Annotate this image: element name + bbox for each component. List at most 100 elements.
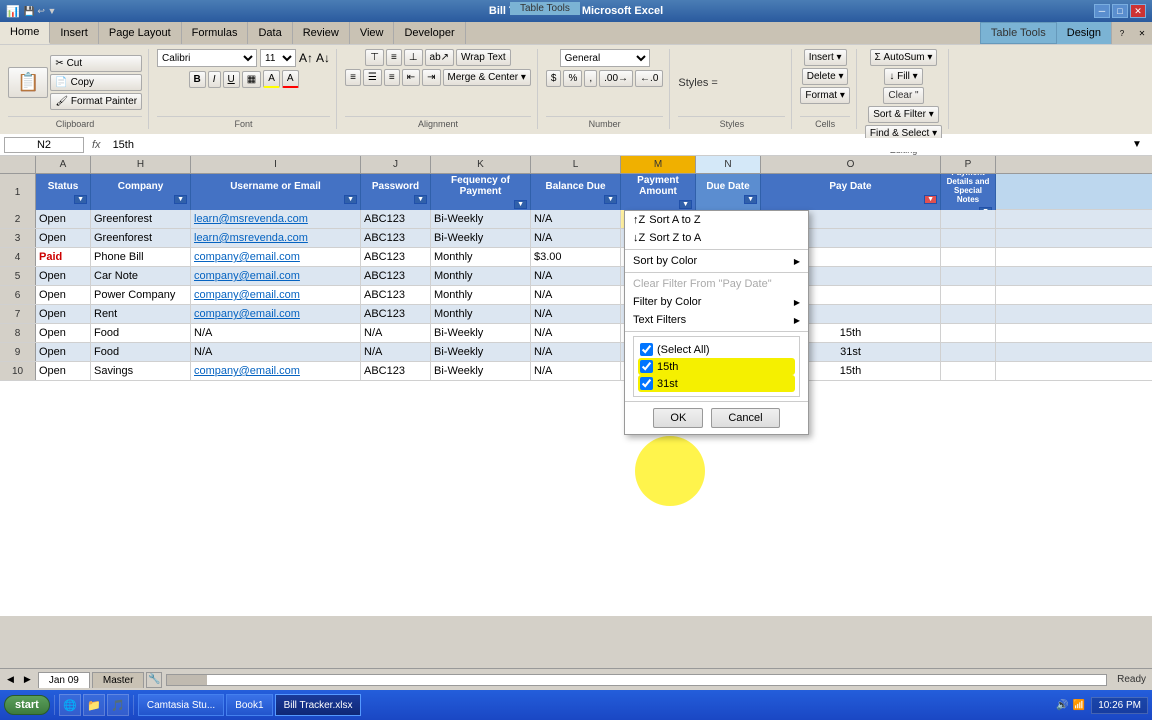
filter-balance[interactable]: ▼ — [604, 195, 617, 204]
cell-h7[interactable]: Rent — [91, 305, 191, 323]
cell-j4[interactable]: ABC123 — [361, 248, 431, 266]
cell-i3[interactable]: learn@msrevenda.com — [191, 229, 361, 247]
cell-p7[interactable] — [941, 305, 996, 323]
tab-developer[interactable]: Developer — [394, 22, 465, 44]
cell-i7[interactable]: company@email.com — [191, 305, 361, 323]
cell-i8[interactable]: N/A — [191, 324, 361, 342]
col-header-n[interactable]: N — [696, 156, 761, 173]
cell-a5[interactable]: Open — [36, 267, 91, 285]
filter-checkbox-31st[interactable] — [640, 377, 653, 390]
cell-l10[interactable]: N/A — [531, 362, 621, 380]
cell-k9[interactable]: Bi-Weekly — [431, 343, 531, 361]
col-header-j[interactable]: J — [361, 156, 431, 173]
filter-item-select-all[interactable]: (Select All) — [638, 341, 795, 358]
cell-k5[interactable]: Monthly — [431, 267, 531, 285]
horizontal-scrollbar[interactable] — [166, 674, 1107, 686]
media-icon[interactable]: 🎵 — [107, 694, 129, 716]
comma-button[interactable]: , — [584, 70, 597, 87]
sort-descending-button[interactable]: ↓Z Sort Z to A — [625, 229, 808, 247]
ribbon-collapse[interactable]: ? — [1112, 22, 1132, 44]
next-sheet-button[interactable]: ▶ — [21, 673, 34, 686]
sheet-options-icon[interactable]: 🔧 — [146, 672, 162, 688]
filter-amount[interactable]: ▼ — [679, 200, 692, 209]
tab-insert[interactable]: Insert — [50, 22, 99, 44]
sort-ascending-button[interactable]: ↑Z Sort A to Z — [625, 211, 808, 229]
cell-l7[interactable]: N/A — [531, 305, 621, 323]
sheet-tab-jan09[interactable]: Jan 09 — [38, 672, 90, 688]
sort-filter-button[interactable]: Sort & Filter ▾ — [868, 106, 939, 123]
cell-a6[interactable]: Open — [36, 286, 91, 304]
decrease-decimal-button[interactable]: .00→ — [599, 70, 633, 87]
taskbar-book1[interactable]: Book1 — [226, 694, 272, 716]
text-filters-button[interactable]: Text Filters — [625, 311, 808, 329]
cell-l9[interactable]: N/A — [531, 343, 621, 361]
border-button[interactable]: ▦ — [242, 71, 261, 88]
format-painter-button[interactable]: 🖌 Format Painter — [50, 93, 142, 110]
number-format-select[interactable]: General — [560, 49, 650, 67]
filter-ok-button[interactable]: OK — [653, 408, 703, 428]
cell-i4[interactable]: company@email.com — [191, 248, 361, 266]
italic-button[interactable]: I — [208, 71, 221, 88]
cell-k3[interactable]: Bi-Weekly — [431, 229, 531, 247]
cell-l8[interactable]: N/A — [531, 324, 621, 342]
underline-button[interactable]: U — [223, 71, 240, 88]
cell-a2[interactable]: Open — [36, 210, 91, 228]
sort-by-color-button[interactable]: Sort by Color — [625, 252, 808, 270]
cell-k2[interactable]: Bi-Weekly — [431, 210, 531, 228]
ribbon-close[interactable]: ✕ — [1132, 22, 1152, 44]
cell-p8[interactable] — [941, 324, 996, 342]
cell-l6[interactable]: N/A — [531, 286, 621, 304]
col-header-o[interactable]: O — [761, 156, 941, 173]
cell-i6[interactable]: company@email.com — [191, 286, 361, 304]
cell-k8[interactable]: Bi-Weekly — [431, 324, 531, 342]
format-cells-button[interactable]: Format ▾ — [800, 87, 849, 104]
cell-a3[interactable]: Open — [36, 229, 91, 247]
cell-k7[interactable]: Monthly — [431, 305, 531, 323]
cell-j7[interactable]: ABC123 — [361, 305, 431, 323]
bold-button[interactable]: B — [189, 71, 206, 88]
cell-p10[interactable] — [941, 362, 996, 380]
formula-input[interactable] — [109, 138, 1132, 152]
wrap-text-button[interactable]: Wrap Text — [456, 49, 511, 66]
tab-home[interactable]: Home — [0, 22, 50, 44]
cell-h4[interactable]: Phone Bill — [91, 248, 191, 266]
start-button[interactable]: start — [4, 695, 50, 715]
cell-k10[interactable]: Bi-Weekly — [431, 362, 531, 380]
delete-cells-button[interactable]: Delete ▾ — [802, 68, 849, 85]
col-header-i[interactable]: I — [191, 156, 361, 173]
cell-a7[interactable]: Open — [36, 305, 91, 323]
cell-h2[interactable]: Greenforest — [91, 210, 191, 228]
cell-a8[interactable]: Open — [36, 324, 91, 342]
cell-h9[interactable]: Food — [91, 343, 191, 361]
autosum-button[interactable]: Σ AutoSum ▾ — [870, 49, 938, 66]
taskbar-camtasia[interactable]: Camtasia Stu... — [138, 694, 224, 716]
col-header-m[interactable]: M — [621, 156, 696, 173]
currency-button[interactable]: $ — [546, 70, 562, 87]
percent-button[interactable]: % — [563, 70, 582, 87]
align-bottom-button[interactable]: ⊥ — [404, 49, 423, 66]
sheet-tab-master[interactable]: Master — [92, 672, 145, 688]
cell-j2[interactable]: ABC123 — [361, 210, 431, 228]
name-box[interactable] — [4, 137, 84, 153]
col-header-a[interactable]: A — [36, 156, 91, 173]
cell-i9[interactable]: N/A — [191, 343, 361, 361]
filter-by-color-button[interactable]: Filter by Color — [625, 293, 808, 311]
copy-button[interactable]: 📄 Copy — [50, 74, 142, 91]
cell-h10[interactable]: Savings — [91, 362, 191, 380]
align-middle-button[interactable]: ≡ — [386, 49, 402, 66]
align-top-button[interactable]: ⊤ — [365, 49, 384, 66]
maximize-button[interactable]: □ — [1112, 4, 1128, 18]
fill-color-button[interactable]: A — [263, 70, 280, 88]
cell-h3[interactable]: Greenforest — [91, 229, 191, 247]
tab-review[interactable]: Review — [293, 22, 350, 44]
tab-formulas[interactable]: Formulas — [182, 22, 249, 44]
close-button[interactable]: ✕ — [1130, 4, 1146, 18]
filter-item-31st[interactable]: 31st — [638, 375, 795, 392]
col-header-k[interactable]: K — [431, 156, 531, 173]
tab-page-layout[interactable]: Page Layout — [99, 22, 182, 44]
cell-h5[interactable]: Car Note — [91, 267, 191, 285]
decrease-font-icon[interactable]: A↓ — [316, 51, 330, 65]
filter-password[interactable]: ▼ — [414, 195, 427, 204]
align-right-button[interactable]: ≡ — [384, 69, 400, 86]
filter-checkbox-all[interactable] — [640, 343, 653, 356]
